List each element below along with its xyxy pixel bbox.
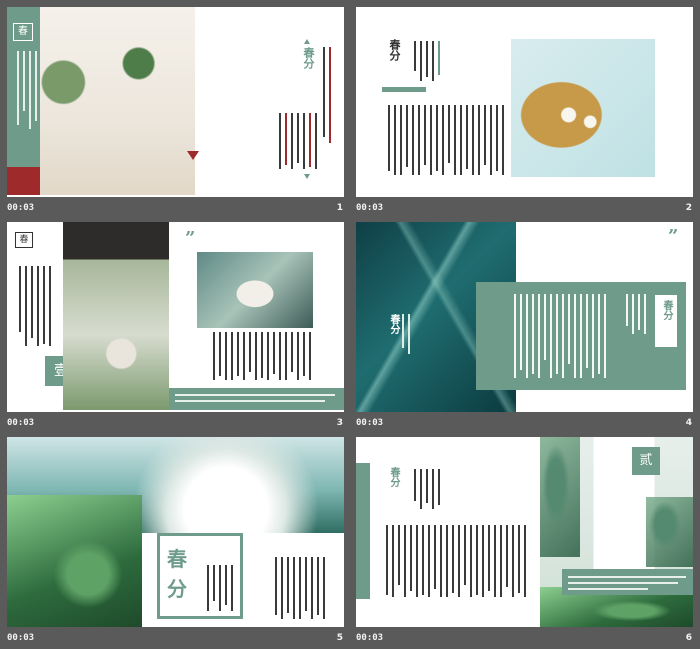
cat-photo xyxy=(197,252,313,328)
plants-photo xyxy=(7,495,142,627)
slide-number: 1 xyxy=(336,203,343,213)
slide-number: 3 xyxy=(336,418,343,428)
slide-thumbnail-5[interactable]: 春 分 00:03 5 xyxy=(7,437,344,649)
slide-thumbnail-3[interactable]: 春 壹 ” 00:03 3 xyxy=(7,222,344,434)
triangle-up-icon xyxy=(304,39,310,44)
slide-info-bar: 00:03 3 xyxy=(7,412,344,434)
slide-canvas[interactable]: 春 分 xyxy=(7,437,344,627)
vertical-body-text xyxy=(496,294,606,378)
vertical-side-note xyxy=(317,47,331,143)
bottom-caption-band xyxy=(169,388,344,410)
slide-duration: 00:03 xyxy=(356,203,384,213)
caption-band xyxy=(562,569,693,595)
slide-thumbnail-6[interactable]: 春分 贰 00:03 6 xyxy=(356,437,693,649)
intro-text xyxy=(400,41,440,81)
vertical-body-text xyxy=(380,105,504,175)
vertical-body-text xyxy=(255,113,317,169)
big-char-1: 春 xyxy=(167,547,187,571)
slide-duration: 00:03 xyxy=(7,633,35,643)
seal-box: 春 xyxy=(15,232,33,248)
slide-duration: 00:03 xyxy=(7,418,35,428)
vertical-body-text xyxy=(265,557,325,619)
side-text xyxy=(618,294,646,334)
slide-duration: 00:03 xyxy=(356,633,384,643)
big-char-2: 分 xyxy=(167,577,187,601)
vertical-body-text xyxy=(376,525,526,597)
tropical-leaf-photo-2 xyxy=(646,497,693,567)
daisy-basket-photo xyxy=(511,39,655,177)
slide-thumbnail-2[interactable]: 春分 00:03 2 xyxy=(356,7,693,219)
triangle-down-icon xyxy=(304,174,310,179)
slide-info-bar: 00:03 5 xyxy=(7,627,344,649)
photo-caption-text xyxy=(398,314,410,354)
slide-number: 4 xyxy=(685,418,692,428)
slide-canvas[interactable]: 春 壹 ” xyxy=(7,222,344,412)
slide-number: 5 xyxy=(336,633,343,643)
slide-title: 春分 xyxy=(302,47,315,69)
intro-text xyxy=(400,469,440,509)
slide-info-bar: 00:03 1 xyxy=(7,197,344,219)
left-accent-bar xyxy=(356,463,370,599)
seal-box: 春 xyxy=(13,23,33,41)
red-accent-block xyxy=(7,167,40,195)
slide-thumbnail-4[interactable]: 春分 ” 春分 00:03 4 xyxy=(356,222,693,434)
slide-info-bar: 00:03 2 xyxy=(356,197,693,219)
slide-canvas[interactable]: 春分 贰 xyxy=(356,437,693,627)
slide-canvas[interactable]: 春分 ” 春分 xyxy=(356,222,693,412)
badge-char: 贰 xyxy=(639,453,653,468)
red-triangle-icon xyxy=(187,151,199,160)
slide-canvas[interactable]: 春 春分 xyxy=(7,7,344,197)
slide-number: 6 xyxy=(685,633,692,643)
side-panel-text xyxy=(11,51,37,131)
vertical-body-text xyxy=(13,266,51,346)
slide-duration: 00:03 xyxy=(356,418,384,428)
slide-title: 春分 xyxy=(388,467,399,487)
slide-duration: 00:03 xyxy=(7,203,35,213)
slide-info-bar: 00:03 6 xyxy=(356,627,693,649)
title-box-label: 春分 xyxy=(661,300,672,320)
slide-canvas[interactable]: 春分 xyxy=(356,7,693,197)
slide-thumbnail-1[interactable]: 春 春分 00:03 1 xyxy=(7,7,344,219)
green-divider xyxy=(382,87,426,92)
wind-chime-photo xyxy=(63,222,169,410)
slide-info-bar: 00:03 4 xyxy=(356,412,693,434)
vertical-body-text-2 xyxy=(203,332,311,380)
tropical-leaf-photo xyxy=(540,437,580,557)
frame-text xyxy=(197,565,233,611)
quote-mark-icon: ” xyxy=(668,226,679,247)
slide-number: 2 xyxy=(685,203,692,213)
quote-mark-icon: ” xyxy=(185,228,196,249)
